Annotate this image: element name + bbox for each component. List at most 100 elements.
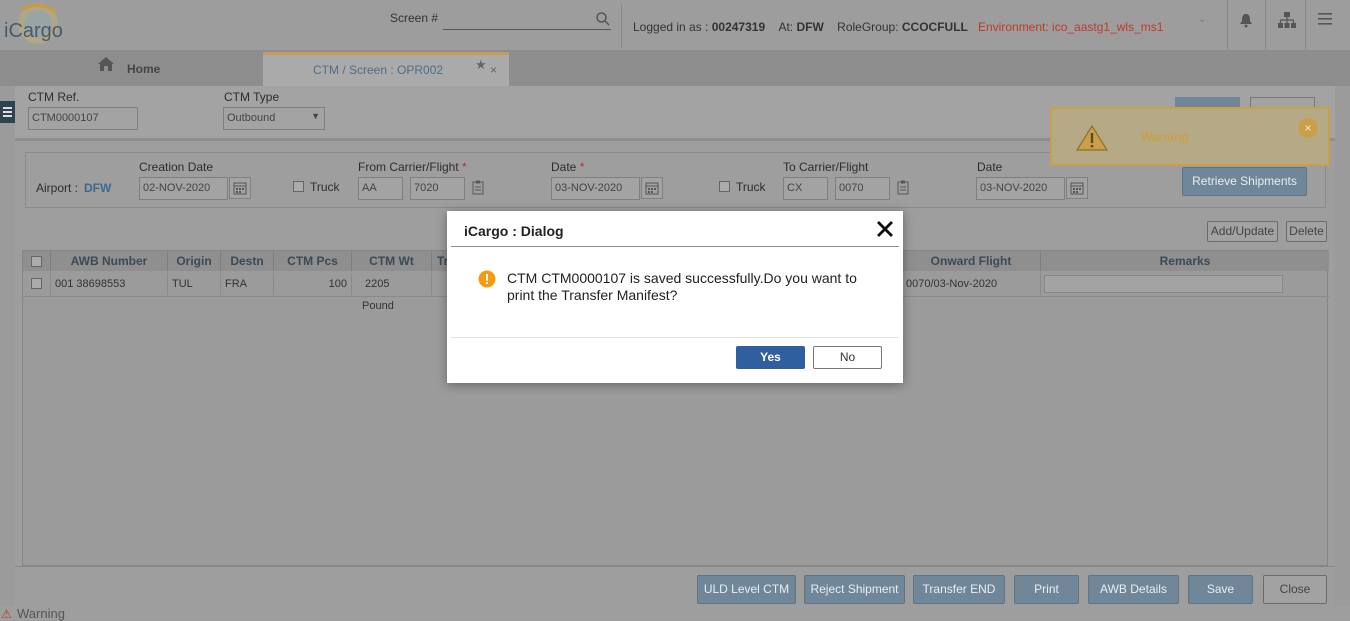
ctm-type-value: Outbound	[227, 112, 276, 124]
ctm-ref-input[interactable]: CTM0000107	[28, 107, 138, 130]
header-select-all[interactable]	[23, 251, 51, 271]
hamburger-icon	[3, 107, 12, 117]
from-date-input[interactable]: 03-NOV-2020	[551, 177, 640, 200]
to-carrier-label: To Carrier/Flight	[783, 160, 869, 174]
hierarchy-icon[interactable]	[1278, 12, 1296, 31]
calendar-icon[interactable]	[229, 177, 251, 199]
save-button[interactable]: Save	[1188, 575, 1253, 604]
from-flight-input[interactable]: 7020	[410, 177, 465, 200]
cell-awb: 001 38698553	[51, 273, 168, 295]
header-divider	[1305, 0, 1306, 50]
from-truck-label: Truck	[310, 180, 340, 194]
transfer-end-button[interactable]: Transfer END	[913, 575, 1005, 604]
at-label: At:	[778, 20, 797, 34]
header-divider	[621, 4, 622, 48]
screen-number-input[interactable]	[443, 9, 611, 30]
column-header-origin[interactable]: Origin	[168, 251, 221, 271]
header-divider	[1265, 0, 1266, 50]
row-checkbox[interactable]	[31, 278, 42, 289]
close-button[interactable]: Close	[1263, 575, 1327, 604]
icargo-logo[interactable]: iCargo	[2, 2, 64, 48]
weight-unit: Pound	[362, 300, 394, 312]
tab-home[interactable]: Home	[93, 56, 253, 84]
to-carrier-input[interactable]: CX	[783, 177, 828, 200]
user-info: Logged in as : 00247319 At: DFW RoleGrou…	[633, 20, 968, 34]
search-icon[interactable]	[596, 12, 610, 29]
ctm-type-select[interactable]: Outbound ▼	[223, 107, 325, 130]
dialog-footer-divider	[451, 337, 899, 338]
from-truck-checkbox[interactable]	[293, 181, 304, 192]
header-divider	[1227, 0, 1228, 50]
creation-date-input[interactable]: 02-NOV-2020	[139, 177, 228, 200]
dialog-title-divider	[451, 246, 899, 247]
column-header-ctm-wt[interactable]: CTM Wt	[352, 251, 432, 271]
home-icon	[97, 56, 115, 75]
warning-triangle-icon	[1075, 124, 1109, 154]
clipboard-icon[interactable]	[472, 180, 484, 198]
awb-details-button[interactable]: AWB Details	[1088, 575, 1179, 604]
ctm-type-label: CTM Type	[224, 90, 280, 104]
column-header-awb[interactable]: AWB Number	[51, 251, 168, 271]
close-tab-icon[interactable]: ×	[490, 63, 497, 77]
tab-ctm-label: CTM / Screen : OPR002	[313, 63, 444, 77]
remarks-input[interactable]	[1044, 275, 1283, 293]
to-truck-label: Truck	[736, 180, 766, 194]
rolegroup-value: CCOCFULL	[901, 20, 968, 34]
tab-ctm-screen[interactable]: CTM / Screen : OPR002 ★ ×	[263, 52, 509, 86]
warning-toast: Warning ×	[1050, 107, 1330, 166]
from-carrier-label: From Carrier/Flight *	[358, 160, 467, 174]
column-header-destn[interactable]: Destn	[221, 251, 274, 271]
confirm-dialog: iCargo : Dialog CTM CTM0000107 is saved …	[447, 211, 903, 383]
status-warning-text: Warning	[17, 606, 65, 621]
no-button[interactable]: No	[813, 346, 882, 369]
dialog-close-icon[interactable]	[876, 220, 894, 241]
cell-ctm-wt: 2205 Pound	[352, 273, 432, 312]
menu-icon[interactable]	[1318, 13, 1332, 28]
status-bar: ⚠ Warning	[0, 606, 1350, 621]
warning-icon: ⚠	[1, 607, 12, 621]
required-mark: *	[579, 160, 585, 174]
logged-in-label: Logged in as :	[633, 20, 712, 34]
from-carrier-input[interactable]: AA	[358, 177, 403, 200]
retrieve-shipments-button[interactable]: Retrieve Shipments	[1182, 167, 1307, 196]
cell-ctm-pcs: 100	[274, 273, 352, 295]
uld-level-ctm-button[interactable]: ULD Level CTM	[697, 575, 796, 604]
tab-home-label: Home	[127, 62, 161, 76]
dropdown-arrow-icon: ▼	[311, 111, 320, 121]
column-header-onward-flight[interactable]: Onward Flight	[902, 251, 1041, 271]
star-icon[interactable]: ★	[475, 57, 487, 73]
ctm-ref-label: CTM Ref.	[28, 90, 80, 104]
creation-date-label: Creation Date	[139, 160, 214, 174]
to-date-input[interactable]: 03-NOV-2020	[976, 177, 1065, 200]
toast-text: Warning	[1141, 130, 1189, 144]
row-select-cell	[23, 273, 51, 295]
calendar-icon[interactable]	[641, 177, 663, 199]
bell-icon[interactable]	[1238, 12, 1254, 31]
cell-origin: TUL	[168, 273, 221, 295]
dialog-title: iCargo : Dialog	[464, 223, 564, 239]
reject-shipment-button[interactable]: Reject Shipment	[804, 575, 905, 604]
column-header-remarks[interactable]: Remarks	[1041, 251, 1329, 271]
airport-value: DFW	[84, 181, 112, 195]
toast-close-icon[interactable]: ×	[1298, 118, 1318, 138]
to-truck-checkbox[interactable]	[719, 181, 730, 192]
delete-button[interactable]: Delete	[1286, 221, 1327, 242]
to-flight-input[interactable]: 0070	[835, 177, 890, 200]
weight-value: 2205	[365, 278, 390, 290]
yes-button[interactable]: Yes	[736, 346, 805, 369]
add-update-button[interactable]: Add/Update	[1207, 221, 1278, 242]
print-button[interactable]: Print	[1014, 575, 1079, 604]
calendar-icon[interactable]	[1066, 177, 1088, 199]
screen-number-label: Screen #	[390, 11, 439, 25]
user-id: 00247319	[711, 20, 766, 34]
to-date-label: Date	[977, 160, 1003, 174]
clipboard-icon[interactable]	[897, 180, 909, 198]
side-menu-toggle[interactable]	[0, 101, 15, 123]
chevron-down-icon[interactable]: ⌄	[1198, 14, 1206, 25]
column-header-ctm-pcs[interactable]: CTM Pcs	[274, 251, 352, 271]
info-exclamation-icon	[478, 270, 496, 291]
logo-text: iCargo	[4, 20, 63, 42]
select-all-checkbox[interactable]	[31, 256, 42, 267]
environment-label: Environment: ico_aastg1_wls_ms1	[978, 20, 1164, 34]
cell-onward-flight: 0070/03-Nov-2020	[902, 273, 1041, 295]
